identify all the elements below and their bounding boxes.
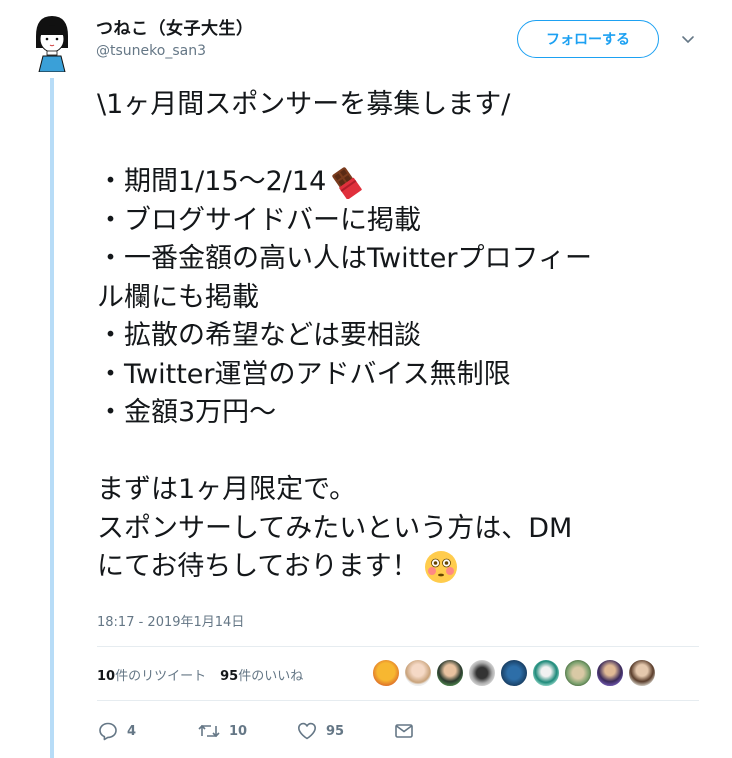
tweet-line: まずは1ヶ月限定で。 — [97, 474, 357, 505]
like-count: 95 — [326, 723, 345, 739]
retweet-button[interactable]: 10 — [197, 720, 296, 742]
tweet-line-last: にてお待ちしております！ — [97, 548, 697, 587]
like-stat-label: 件のいいね — [238, 668, 304, 684]
tweet-line: ・期間1/15〜2/14 — [97, 166, 327, 197]
retweet-stat-count: 10 — [97, 668, 116, 684]
liker-avatar[interactable] — [500, 659, 528, 687]
tweet-stats: 10件のリツイート 95件のいいね — [97, 663, 317, 685]
reply-button[interactable]: 4 — [97, 720, 197, 742]
liker-avatar[interactable] — [532, 659, 560, 687]
retweet-stat-label: 件のリツイート — [115, 668, 207, 684]
display-name[interactable]: つねこ（女子大生） — [96, 14, 254, 39]
liker-avatar[interactable] — [468, 659, 496, 687]
liker-avatar[interactable] — [436, 659, 464, 687]
avatar[interactable] — [31, 14, 73, 72]
liker-avatar[interactable] — [372, 659, 400, 687]
chocolate-bar-emoji — [332, 167, 363, 200]
tweet-line: にてお待ちしております！ — [97, 551, 419, 582]
retweet-count: 10 — [229, 723, 248, 739]
tweet-line: ・拡散の希望などは要相談 — [97, 320, 421, 351]
tweet-actions: 4 10 95 — [97, 720, 423, 742]
like-button[interactable]: 95 — [296, 720, 393, 742]
likers-list — [372, 659, 660, 687]
thread-line — [50, 78, 54, 758]
follow-button[interactable]: フォローする — [517, 20, 659, 58]
liker-avatar[interactable] — [564, 659, 592, 687]
heart-icon — [298, 722, 316, 740]
tweet-line: ・一番金額の高い人はTwitterプロフィー — [97, 243, 592, 274]
tweet-text: \1ヶ月間スポンサーを募集します/ ・期間1/15〜2/14 ・ブログサイドバー… — [97, 86, 697, 587]
divider — [97, 646, 699, 647]
liker-avatar[interactable] — [596, 659, 624, 687]
chevron-down-icon[interactable] — [679, 30, 697, 48]
like-stat-count: 95 — [220, 668, 239, 684]
envelope-icon — [395, 724, 413, 738]
tweet-line: ル欄にも掲載 — [97, 281, 259, 313]
tweet-line-period: ・期間1/15〜2/14 — [97, 163, 697, 202]
direct-message-button[interactable] — [393, 720, 423, 742]
retweet-stat[interactable]: 10件のリツイート — [97, 665, 206, 684]
tweet-line: スポンサーしてみたいという方は、DM — [97, 512, 573, 544]
liker-avatar[interactable] — [628, 659, 656, 687]
tweet-timestamp[interactable]: 18:17 - 2019年1月14日 — [97, 611, 244, 630]
reply-count: 4 — [127, 723, 137, 739]
retweet-icon — [198, 724, 220, 738]
reply-icon — [99, 722, 117, 741]
like-stat[interactable]: 95件のいいね — [220, 665, 303, 684]
liker-avatar[interactable] — [404, 659, 432, 687]
tweet-line: ・Twitter運営のアドバイス無制限 — [97, 358, 511, 390]
tweet-line: ・ブログサイドバーに掲載 — [97, 204, 421, 236]
divider — [97, 700, 699, 701]
tweet-line: ・金額3万円〜 — [97, 397, 277, 428]
screen-name[interactable]: @tsuneko_san3 — [96, 43, 254, 59]
tweet-line: \1ヶ月間スポンサーを募集します/ — [97, 89, 511, 120]
flushed-face-emoji — [424, 551, 457, 584]
